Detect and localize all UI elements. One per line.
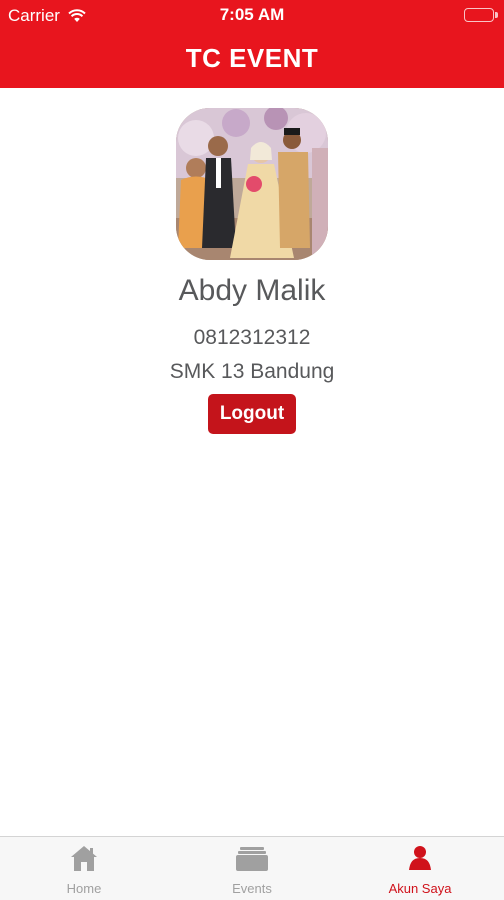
tab-events[interactable]: Events bbox=[168, 837, 336, 900]
home-icon bbox=[71, 846, 97, 871]
tab-home-label: Home bbox=[66, 881, 102, 896]
events-icon bbox=[236, 847, 268, 871]
status-bar: Carrier 7:05 AM bbox=[0, 0, 504, 32]
profile-section: Abdy Malik 0812312312 SMK 13 Bandung Log… bbox=[0, 108, 504, 434]
tab-akun-saya[interactable]: Akun Saya bbox=[336, 837, 504, 900]
tab-akun-saya-label: Akun Saya bbox=[388, 881, 452, 896]
profile-photo bbox=[176, 108, 328, 260]
user-icon bbox=[409, 846, 431, 870]
avatar bbox=[176, 108, 328, 260]
profile-phone: 0812312312 bbox=[193, 326, 311, 349]
profile-name: Abdy Malik bbox=[178, 274, 326, 307]
navigation-bar: TC EVENT bbox=[0, 32, 504, 88]
tab-bar: Home Events Akun Saya bbox=[0, 836, 504, 900]
battery-icon bbox=[464, 8, 498, 22]
page-title: TC EVENT bbox=[185, 43, 319, 73]
profile-school: SMK 13 Bandung bbox=[169, 360, 335, 383]
tab-events-label: Events bbox=[232, 881, 272, 896]
tab-home[interactable]: Home bbox=[0, 837, 168, 900]
logout-button[interactable]: Logout bbox=[207, 394, 297, 434]
status-time: 7:05 AM bbox=[219, 5, 285, 24]
